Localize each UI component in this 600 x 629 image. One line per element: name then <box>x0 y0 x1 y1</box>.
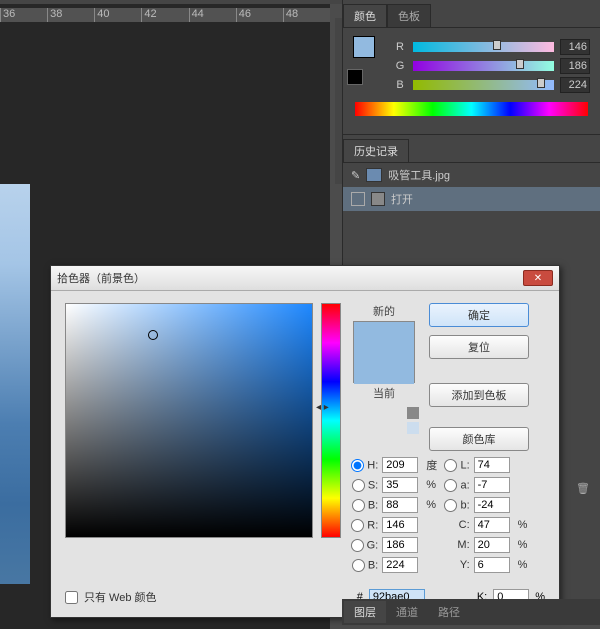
g-radio[interactable] <box>351 539 364 552</box>
g-slider[interactable] <box>413 61 554 71</box>
history-doc-name: 吸管工具.jpg <box>388 167 450 183</box>
background-swatch[interactable] <box>347 69 363 85</box>
ruler-horizontal: 36384042444648 <box>0 8 330 22</box>
l-input[interactable] <box>474 457 510 473</box>
doc-thumbnail <box>366 168 382 182</box>
current-color-preview <box>354 353 414 384</box>
color-cursor[interactable] <box>148 330 158 340</box>
b-slider[interactable] <box>413 80 554 90</box>
history-step-open[interactable]: 打开 <box>343 187 600 211</box>
s-radio[interactable] <box>352 479 365 492</box>
r-input[interactable] <box>382 517 418 533</box>
saturation-field[interactable] <box>65 303 313 538</box>
mini-swatch[interactable] <box>407 422 419 434</box>
a-input[interactable] <box>474 477 510 493</box>
new-label: 新的 <box>349 303 419 319</box>
r-slider[interactable] <box>413 42 554 52</box>
ok-button[interactable]: 确定 <box>429 303 529 327</box>
history-document[interactable]: ✎ 吸管工具.jpg <box>343 163 600 187</box>
color-picker-dialog: 拾色器（前景色） ✕ ◂ ▸ 新的 当前 <box>50 265 560 618</box>
document-image <box>0 184 30 584</box>
y-input[interactable] <box>474 557 510 573</box>
c-input[interactable] <box>474 517 510 533</box>
b-radio[interactable] <box>352 499 365 512</box>
l-radio[interactable] <box>444 459 457 472</box>
color-fields: H: 度 L: S: % a: B: % b: R: C: % G: M: <box>349 457 529 573</box>
blue-input[interactable] <box>382 557 418 573</box>
g-value-input[interactable] <box>560 58 590 74</box>
b-label: B <box>393 79 407 91</box>
bottom-panel-tabs: 图层 通道 路径 <box>342 599 600 625</box>
h-radio[interactable] <box>351 459 364 472</box>
dialog-titlebar[interactable]: 拾色器（前景色） ✕ <box>51 266 559 291</box>
hue-pointer[interactable]: ◂ ▸ <box>316 402 348 413</box>
r-label: R <box>393 41 407 53</box>
cube-icon[interactable] <box>407 407 419 419</box>
tab-layers[interactable]: 图层 <box>344 601 386 623</box>
blue-radio[interactable] <box>352 559 365 572</box>
m-input[interactable] <box>474 537 510 553</box>
web-only-checkbox[interactable] <box>65 591 78 604</box>
eyedropper-icon: ✎ <box>351 169 360 182</box>
history-checkbox[interactable] <box>351 192 365 206</box>
b-value-input[interactable] <box>560 77 590 93</box>
color-preview <box>353 321 415 383</box>
trash-icon[interactable]: 🗑 <box>576 482 590 495</box>
tab-channels[interactable]: 通道 <box>386 601 428 623</box>
lab-b-radio[interactable] <box>444 499 457 512</box>
tab-history[interactable]: 历史记录 <box>343 139 409 162</box>
current-label: 当前 <box>349 385 419 401</box>
color-library-button[interactable]: 颜色库 <box>429 427 529 451</box>
tab-paths[interactable]: 路径 <box>428 601 470 623</box>
a-radio[interactable] <box>444 479 457 492</box>
r-value-input[interactable] <box>560 39 590 55</box>
dialog-title: 拾色器（前景色） <box>57 270 145 286</box>
bright-input[interactable] <box>382 497 418 513</box>
hue-slider[interactable]: ◂ ▸ <box>321 303 341 538</box>
g-label: G <box>393 60 407 72</box>
new-color-preview <box>354 322 414 353</box>
g-input[interactable] <box>382 537 418 553</box>
reset-button[interactable]: 复位 <box>429 335 529 359</box>
tab-color[interactable]: 颜色 <box>343 4 387 27</box>
add-swatch-button[interactable]: 添加到色板 <box>429 383 529 407</box>
s-input[interactable] <box>382 477 418 493</box>
web-only-label: 只有 Web 颜色 <box>84 589 157 605</box>
tab-swatches[interactable]: 色板 <box>387 4 431 27</box>
foreground-swatch[interactable] <box>353 36 375 58</box>
h-input[interactable] <box>382 457 418 473</box>
lab-b-input[interactable] <box>474 497 510 513</box>
spectrum-bar[interactable] <box>355 102 588 116</box>
history-step-label: 打开 <box>391 191 413 207</box>
close-button[interactable]: ✕ <box>523 270 553 286</box>
document-icon <box>371 192 385 206</box>
r-radio[interactable] <box>351 519 364 532</box>
